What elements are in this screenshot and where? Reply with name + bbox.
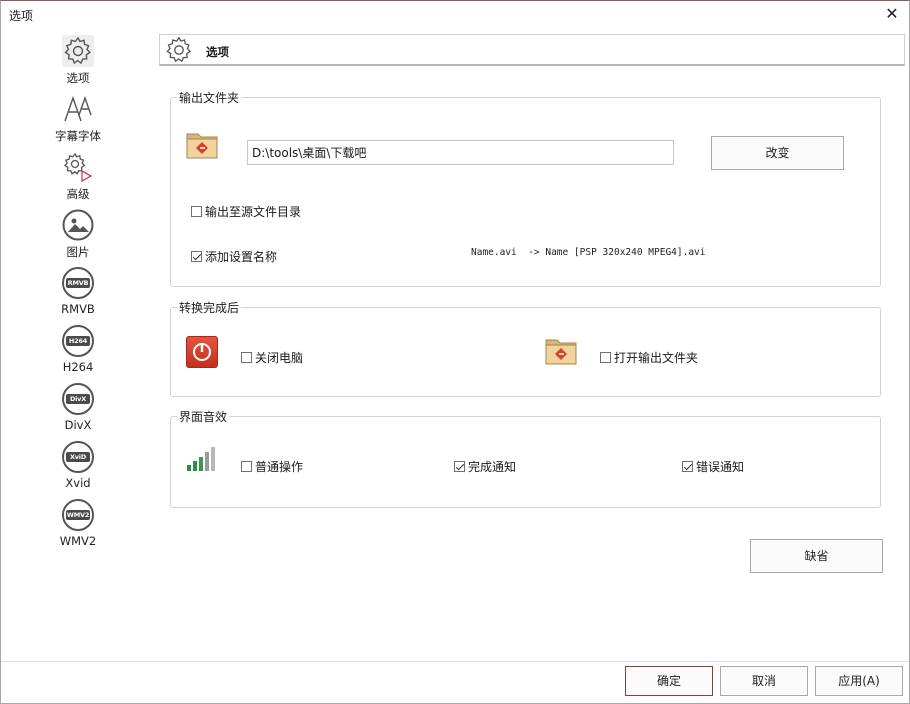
checkbox-label: 普通操作: [255, 460, 304, 474]
folder-icon: [545, 339, 577, 365]
sidebar-item-h264[interactable]: H264 H264: [41, 323, 115, 379]
after-convert-group: 转换完成后 关闭电脑 打开输出文件夹: [170, 299, 881, 397]
sidebar-item-advanced[interactable]: 高级: [41, 149, 115, 205]
output-to-source-checkbox[interactable]: 输出至源文件目录: [191, 203, 301, 220]
name-format-example: Name.avi -> Name [PSP 320x240 MPEG4].avi: [471, 247, 706, 258]
normal-operation-checkbox[interactable]: 普通操作: [241, 458, 303, 475]
sidebar-item-options[interactable]: 选项: [41, 33, 115, 89]
checkbox-box[interactable]: [191, 251, 202, 262]
shutdown-checkbox[interactable]: 关闭电脑: [241, 349, 303, 366]
group-title: 输出文件夹: [177, 89, 242, 106]
sidebar-item-label: WMV2: [59, 534, 97, 548]
sidebar-item-label: H264: [62, 360, 94, 374]
checkbox-box[interactable]: [241, 352, 252, 363]
sidebar-item-label: RMVB: [61, 302, 95, 316]
open-output-folder-checkbox[interactable]: 打开输出文件夹: [600, 349, 698, 366]
footer-divider: [1, 661, 909, 662]
page-title: 选项: [206, 45, 229, 59]
checkbox-label: 输出至源文件目录: [205, 205, 302, 219]
checkbox-label: 打开输出文件夹: [614, 351, 699, 365]
close-button[interactable]: ✕: [881, 3, 903, 25]
rmvb-icon: RMVB: [62, 267, 94, 299]
sidebar-item-wmv2[interactable]: WMV2 WMV2: [41, 497, 115, 553]
checkbox-box[interactable]: [600, 352, 611, 363]
sidebar-item-label: 图片: [66, 245, 90, 259]
checkbox-label: 添加设置名称: [205, 250, 278, 264]
xvid-icon: XviD: [62, 441, 94, 473]
wmv2-icon: WMV2: [62, 499, 94, 531]
advanced-gear-icon: [63, 152, 93, 183]
output-path-input[interactable]: [247, 140, 674, 165]
checkbox-box[interactable]: [454, 461, 465, 472]
picture-icon: [62, 209, 94, 241]
sidebar-item-label: DivX: [64, 418, 92, 432]
checkbox-label: 关闭电脑: [255, 351, 304, 365]
checkbox-label: 完成通知: [468, 460, 517, 474]
options-window: 选项 ✕ 选项 字幕字体 高级 图片 RMVB RMVB H264 H264 D…: [0, 0, 910, 704]
checkbox-label: 错误通知: [696, 460, 745, 474]
ui-sound-group: 界面音效 普通操作 完成通知 错误通知: [170, 408, 881, 508]
sidebar-item-picture[interactable]: 图片: [41, 207, 115, 263]
error-notify-checkbox[interactable]: 错误通知: [682, 458, 744, 475]
cancel-button[interactable]: 取消: [720, 666, 808, 696]
checkbox-box[interactable]: [191, 206, 202, 217]
divx-icon: DivX: [62, 383, 94, 415]
sidebar-item-label: 高级: [66, 187, 90, 201]
sidebar-item-label: Xvid: [65, 476, 91, 490]
add-setting-name-checkbox[interactable]: 添加设置名称: [191, 248, 277, 265]
sidebar-item-subtitle-font[interactable]: 字幕字体: [41, 91, 115, 147]
section-header: 选项: [159, 34, 905, 66]
sidebar-item-divx[interactable]: DivX DivX: [41, 381, 115, 437]
gear-icon: [166, 36, 192, 63]
default-button[interactable]: 缺省: [750, 539, 883, 573]
output-folder-group: 输出文件夹 改变 输出至源文件目录 添加设置名称 Name.avi -> Nam…: [170, 89, 881, 287]
group-title: 转换完成后: [177, 299, 242, 316]
volume-bars-icon: [187, 447, 215, 471]
title-bar: 选项 ✕: [1, 1, 909, 29]
ok-button[interactable]: 确定: [625, 666, 713, 696]
sidebar-item-label: 选项: [66, 71, 90, 85]
sidebar-item-rmvb[interactable]: RMVB RMVB: [41, 265, 115, 321]
h264-icon: H264: [62, 325, 94, 357]
folder-icon: [186, 133, 218, 159]
sidebar-item-label: 字幕字体: [55, 129, 101, 143]
sidebar-item-xvid[interactable]: XviD Xvid: [41, 439, 115, 495]
close-icon: ✕: [885, 4, 899, 23]
checkbox-box[interactable]: [241, 461, 252, 472]
window-title: 选项: [9, 9, 34, 23]
change-folder-button[interactable]: 改变: [711, 136, 844, 170]
apply-button[interactable]: 应用(A): [815, 666, 903, 696]
power-icon: [186, 336, 218, 368]
font-icon: [64, 95, 92, 122]
done-notify-checkbox[interactable]: 完成通知: [454, 458, 516, 475]
checkbox-box[interactable]: [682, 461, 693, 472]
group-title: 界面音效: [177, 408, 230, 425]
gear-icon: [62, 35, 94, 67]
